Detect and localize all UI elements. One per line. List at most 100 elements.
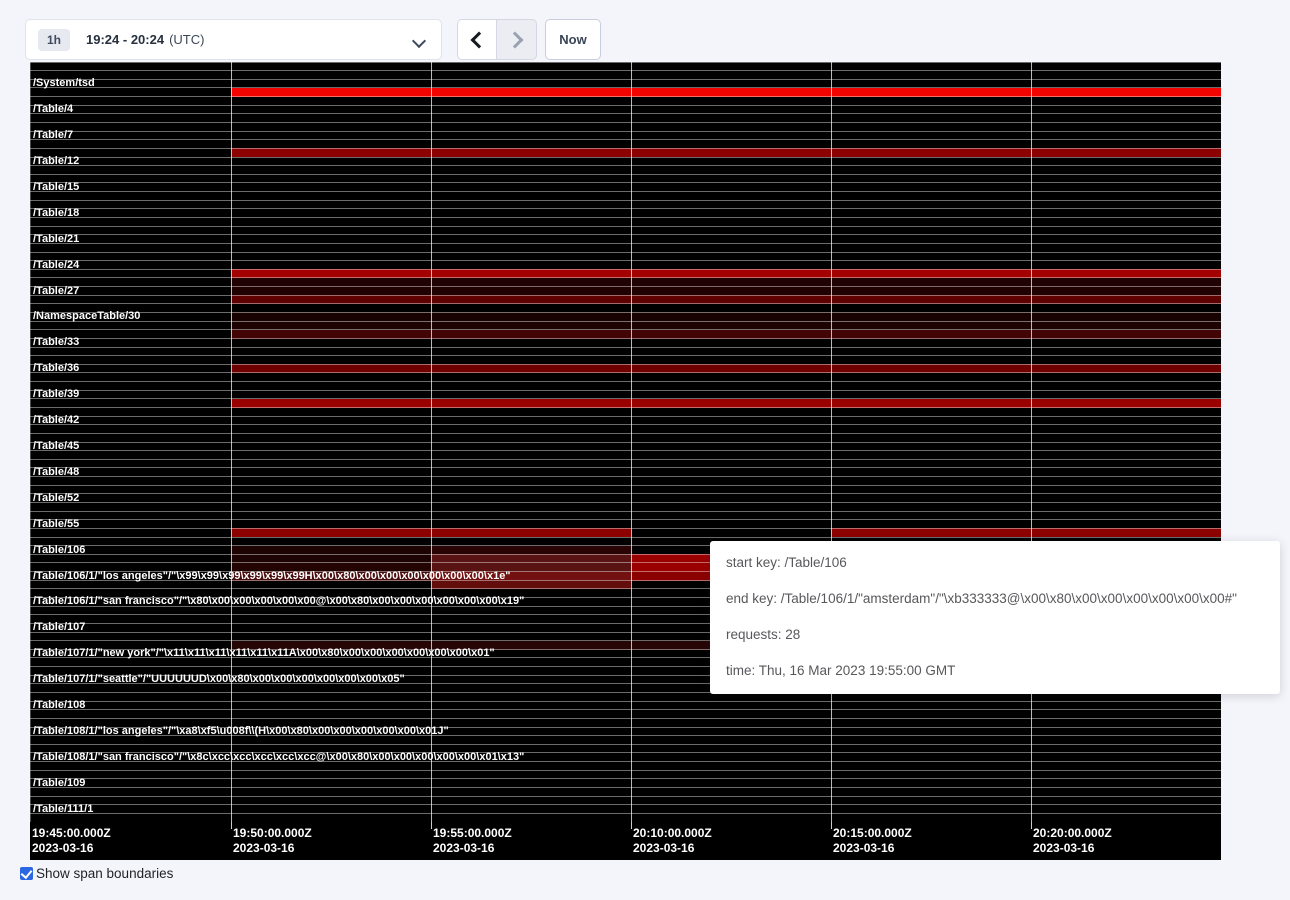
span-label: /Table/21 [33, 235, 79, 244]
span-boundary-line [30, 502, 1221, 503]
tooltip-time: time: Thu, 16 Mar 2023 19:55:00 GMT [726, 653, 1264, 689]
time-range-selector[interactable]: 1h 19:24 - 20:24 (UTC) [25, 19, 442, 60]
span-boundary-line [30, 217, 1221, 218]
span-label: /System/tsd [33, 79, 95, 88]
span-boundary-line [30, 416, 1221, 417]
span-label: /Table/7 [33, 131, 73, 140]
cell-tooltip: start key: /Table/106 end key: /Table/10… [710, 541, 1280, 694]
span-boundary-line [30, 62, 1221, 63]
axis-tick [631, 822, 632, 829]
key-visualizer-canvas[interactable]: /System/tsd/Table/4/Table/7/Table/12/Tab… [30, 62, 1221, 860]
span-boundary-line [30, 260, 1221, 261]
key-visualizer-page: 1h 19:24 - 20:24 (UTC) Now /System/tsd/T… [0, 0, 1290, 900]
time-bucket-line [231, 62, 232, 822]
span-boundary-line [30, 96, 1221, 97]
span-boundary-line [30, 796, 1221, 797]
time-axis: 19:45:00.000Z2023-03-1619:50:00.000Z2023… [30, 822, 1221, 860]
span-boundary-line [30, 148, 1221, 149]
span-boundary-line [30, 407, 1221, 408]
tick-date: 2023-03-16 [32, 841, 111, 856]
span-boundary-line [30, 485, 1221, 486]
axis-tick [231, 822, 232, 829]
tick-time: 20:10:00.000Z [633, 826, 712, 841]
span-boundary-line [30, 286, 1221, 287]
span-boundary-line [30, 87, 1221, 88]
axis-tick-label: 19:45:00.000Z2023-03-16 [32, 826, 111, 856]
now-button[interactable]: Now [545, 19, 601, 60]
time-bucket-line [831, 62, 832, 822]
tick-date: 2023-03-16 [1033, 841, 1112, 856]
range-shortcut-badge: 1h [38, 29, 70, 51]
previous-range-button[interactable] [457, 19, 497, 60]
span-label: /Table/55 [33, 520, 79, 529]
span-boundary-line [30, 511, 1221, 512]
next-range-button[interactable] [497, 19, 537, 60]
span-boundary-line [30, 519, 1221, 520]
span-boundary-line [30, 390, 1221, 391]
span-boundary-line [30, 450, 1221, 451]
span-boundary-line [30, 131, 1221, 132]
tick-time: 19:55:00.000Z [433, 826, 512, 841]
tick-date: 2023-03-16 [233, 841, 312, 856]
span-boundary-line [30, 338, 1221, 339]
span-boundary-line [30, 347, 1221, 348]
span-label: /Table/108/1/"san francisco"/"\x8c\xcc\x… [33, 753, 524, 762]
span-label: /Table/107 [33, 623, 85, 632]
tooltip-requests: requests: 28 [726, 617, 1264, 653]
span-boundary-line [30, 355, 1221, 356]
span-boundary-line [30, 804, 1221, 805]
axis-tick-label: 20:20:00.000Z2023-03-16 [1033, 826, 1112, 856]
span-label: /Table/24 [33, 261, 79, 270]
span-label: /Table/108/1/"los angeles"/"\xa8\xf5\u00… [33, 727, 449, 736]
span-label: /Table/52 [33, 494, 79, 503]
span-label: /Table/39 [33, 390, 79, 399]
span-boundary-line [30, 778, 1221, 779]
span-label: /Table/15 [33, 183, 79, 192]
span-boundary-line [30, 476, 1221, 477]
axis-tick [831, 822, 832, 829]
span-boundary-line [30, 321, 1221, 322]
span-label: /NamespaceTable/30 [33, 312, 140, 321]
span-boundary-line [30, 208, 1221, 209]
span-boundary-line [30, 493, 1221, 494]
span-boundary-line [30, 709, 1221, 710]
span-boundary-line [30, 701, 1221, 702]
span-boundary-line [30, 329, 1221, 330]
span-boundary-line [30, 442, 1221, 443]
span-boundary-line [30, 182, 1221, 183]
span-boundary-line [30, 381, 1221, 382]
span-label: /Table/18 [33, 209, 79, 218]
span-label: /Table/107/1/"seattle"/"UUUUUUD\x00\x80\… [33, 675, 405, 684]
axis-tick-label: 19:55:00.000Z2023-03-16 [433, 826, 512, 856]
span-boundary-line [30, 191, 1221, 192]
span-boundary-line [30, 269, 1221, 270]
span-label: /Table/111/1 [33, 805, 93, 814]
range-text: 19:24 - 20:24 [86, 32, 164, 47]
heatmap-grid: /System/tsd/Table/4/Table/7/Table/12/Tab… [30, 62, 1221, 822]
axis-tick-label: 19:50:00.000Z2023-03-16 [233, 826, 312, 856]
grid-left-edge [30, 62, 31, 822]
tick-time: 19:50:00.000Z [233, 826, 312, 841]
span-boundary-line [30, 200, 1221, 201]
time-bucket-line [431, 62, 432, 822]
span-boundary-line [30, 433, 1221, 434]
span-boundary-line [30, 303, 1221, 304]
span-boundary-line [30, 105, 1221, 106]
time-nav-group [457, 19, 537, 60]
show-span-boundaries-label: Show span boundaries [36, 866, 173, 881]
span-boundary-line [30, 234, 1221, 235]
span-label: /Table/108 [33, 701, 85, 710]
tick-date: 2023-03-16 [833, 841, 912, 856]
span-boundary-line [30, 79, 1221, 80]
tooltip-end-key: end key: /Table/106/1/"amsterdam"/"\xb33… [726, 581, 1264, 617]
span-boundary-line [30, 364, 1221, 365]
span-boundary-line [30, 398, 1221, 399]
span-boundary-line [30, 537, 1221, 538]
span-boundary-line [30, 252, 1221, 253]
tick-date: 2023-03-16 [433, 841, 512, 856]
span-boundary-line [30, 174, 1221, 175]
span-label: /Table/4 [33, 105, 73, 114]
show-span-boundaries-checkbox[interactable] [20, 867, 33, 880]
tick-time: 20:15:00.000Z [833, 826, 912, 841]
span-boundary-line [30, 113, 1221, 114]
